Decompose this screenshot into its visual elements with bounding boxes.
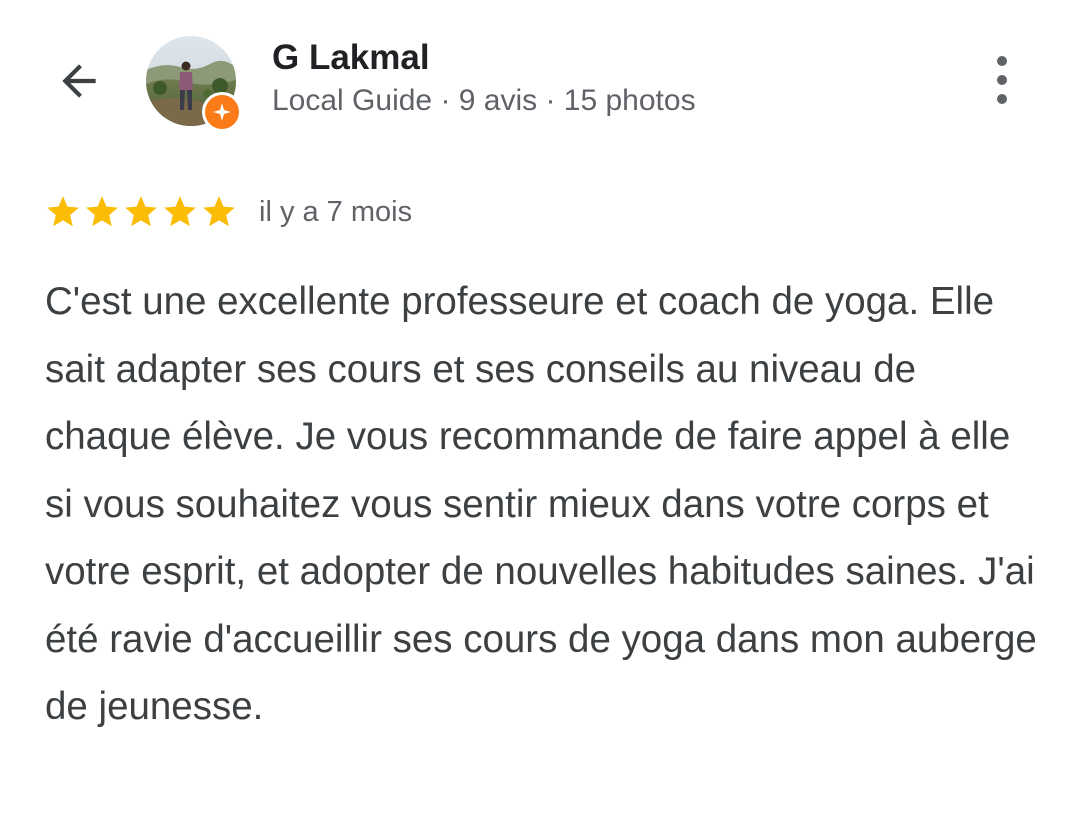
rating-row: il y a 7 mois — [44, 190, 412, 234]
review-header: G Lakmal Local Guide · 9 avis · 15 photo… — [0, 0, 1079, 160]
star-icon — [47, 196, 79, 227]
more-options-button[interactable] — [978, 52, 1026, 108]
star-icon — [125, 196, 157, 227]
back-button[interactable] — [48, 50, 110, 112]
local-guide-star-icon — [213, 103, 231, 121]
reviewer-meta: Local Guide · 9 avis · 15 photos — [272, 84, 696, 117]
star-icon — [164, 196, 196, 227]
local-guide-badge — [202, 92, 242, 132]
review-text: C'est une excellente professeure et coac… — [45, 280, 1037, 728]
more-vert-icon — [997, 56, 1007, 66]
arrow-back-icon — [62, 64, 96, 98]
star-icon — [203, 196, 235, 227]
review-time: il y a 7 mois — [259, 195, 413, 228]
star-icon — [86, 196, 118, 227]
reviewer-name[interactable]: G Lakmal — [272, 38, 430, 78]
star-rating — [44, 193, 239, 231]
reviewer-avatar-container[interactable] — [146, 36, 242, 132]
